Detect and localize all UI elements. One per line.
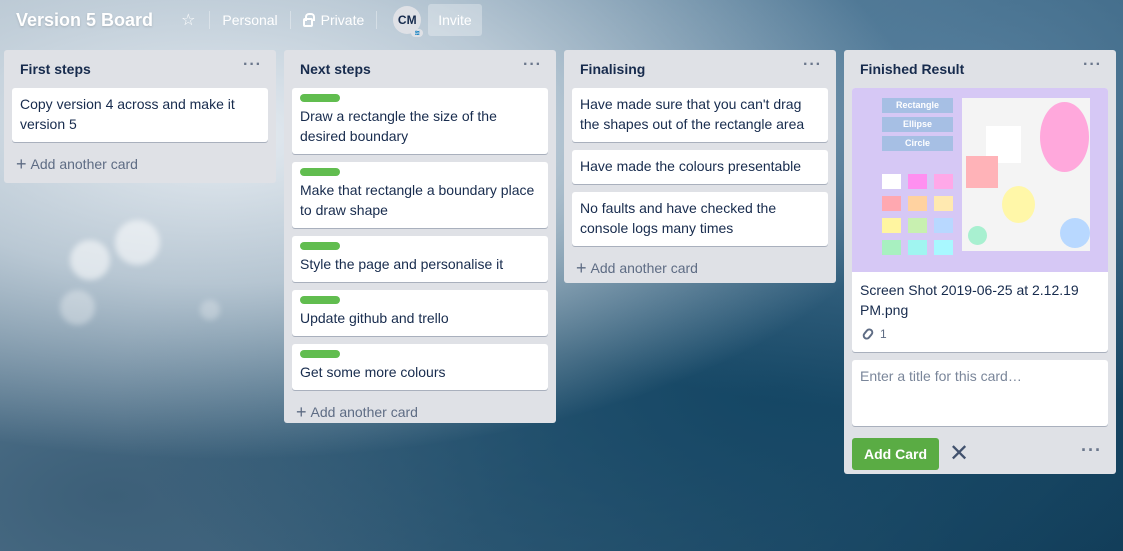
lock-icon bbox=[302, 12, 315, 27]
card-title: Get some more colours bbox=[300, 364, 446, 380]
plus-icon: + bbox=[576, 258, 587, 278]
star-icon[interactable]: ☆ bbox=[171, 4, 205, 36]
card[interactable]: Style the page and personalise it bbox=[292, 236, 548, 282]
palette-swatch bbox=[882, 196, 901, 211]
add-card-button[interactable]: + Add another card bbox=[572, 250, 828, 286]
plus-icon: + bbox=[296, 402, 307, 422]
header-divider bbox=[209, 11, 211, 29]
add-card-button[interactable]: + Add another card bbox=[292, 394, 548, 430]
list-menu-icon[interactable]: ··· bbox=[803, 56, 822, 74]
green-label[interactable] bbox=[300, 94, 340, 102]
list-menu-icon[interactable]: ··· bbox=[1083, 56, 1102, 74]
team-visibility-button[interactable]: Personal bbox=[214, 4, 285, 36]
card[interactable]: Update github and trello bbox=[292, 290, 548, 336]
palette-swatch bbox=[882, 218, 901, 233]
palette-swatch bbox=[882, 174, 901, 189]
canvas-ellipse bbox=[1002, 186, 1035, 223]
list-first-steps: First steps ··· Copy version 4 across an… bbox=[4, 50, 276, 183]
list-menu-icon[interactable]: ··· bbox=[243, 56, 262, 74]
list-title[interactable]: First steps bbox=[20, 61, 91, 77]
card-title: Have made the colours presentable bbox=[580, 158, 802, 174]
attachment-count: 1 bbox=[880, 327, 887, 341]
list-finalising: Finalising ··· Have made sure that you c… bbox=[564, 50, 836, 283]
admin-badge-icon: ≋ bbox=[411, 29, 424, 37]
palette-swatch bbox=[908, 196, 927, 211]
add-card-submit-button[interactable]: Add Card bbox=[852, 438, 939, 470]
palette-swatch bbox=[934, 196, 953, 211]
list-title[interactable]: Finalising bbox=[580, 61, 645, 77]
card-title-input[interactable]: Enter a title for this card… bbox=[852, 360, 1108, 426]
card-title: No faults and have checked the console l… bbox=[580, 200, 777, 236]
canvas-circle bbox=[1060, 218, 1090, 248]
background-bokeh bbox=[70, 240, 110, 280]
list-next-steps: Next steps ··· Draw a rectangle the size… bbox=[284, 50, 556, 423]
background-bokeh bbox=[200, 300, 220, 320]
card[interactable]: Have made sure that you can't drag the s… bbox=[572, 88, 828, 142]
avatar-initials: CM bbox=[397, 13, 417, 27]
card-title: Update github and trello bbox=[300, 310, 449, 326]
green-label[interactable] bbox=[300, 242, 340, 250]
card-title: Have made sure that you can't drag the s… bbox=[580, 96, 805, 132]
card[interactable]: Copy version 4 across and make it versio… bbox=[12, 88, 268, 142]
more-options-icon[interactable]: ··· bbox=[1081, 440, 1102, 461]
green-label[interactable] bbox=[300, 168, 340, 176]
canvas-circle bbox=[968, 226, 987, 245]
visibility-button[interactable]: Private bbox=[295, 4, 373, 36]
add-card-button[interactable]: + Add another card bbox=[12, 146, 268, 182]
attachment-badge: 1 bbox=[860, 324, 1100, 344]
list-title[interactable]: Next steps bbox=[300, 61, 371, 77]
board-header: Version 5 Board ☆ Personal Private CM ≋ … bbox=[0, 0, 1123, 40]
list-finished-result: Finished Result ··· Rectangle Ellipse Ci… bbox=[844, 50, 1116, 474]
palette-swatch bbox=[934, 174, 953, 189]
add-card-label: Add another card bbox=[30, 156, 138, 172]
card-cover-image: Rectangle Ellipse Circle bbox=[852, 88, 1108, 272]
card-title-placeholder: Enter a title for this card… bbox=[860, 368, 1022, 384]
palette-swatch bbox=[882, 240, 901, 255]
cover-circle-button: Circle bbox=[882, 136, 953, 151]
card[interactable]: Draw a rectangle the size of the desired… bbox=[292, 88, 548, 154]
card-title: Screen Shot 2019-06-25 at 2.12.19 PM.png bbox=[860, 282, 1079, 318]
list-header: Finished Result ··· bbox=[852, 50, 1108, 88]
background-bokeh bbox=[115, 220, 160, 265]
palette-swatch bbox=[934, 240, 953, 255]
cover-ellipse-button: Ellipse bbox=[882, 117, 953, 132]
palette-swatch bbox=[908, 174, 927, 189]
background-bokeh bbox=[60, 290, 95, 325]
list-menu-icon[interactable]: ··· bbox=[523, 56, 542, 74]
list-header: Finalising ··· bbox=[572, 50, 828, 88]
close-icon[interactable]: ✕ bbox=[949, 442, 969, 466]
invite-button[interactable]: Invite bbox=[428, 4, 482, 36]
list-header: First steps ··· bbox=[12, 50, 268, 88]
header-divider bbox=[376, 11, 378, 29]
card[interactable]: Have made the colours presentable bbox=[572, 150, 828, 184]
add-card-label: Add another card bbox=[310, 404, 418, 420]
composer-controls: Add Card ✕ ··· bbox=[852, 434, 1108, 474]
canvas-ellipse bbox=[1040, 102, 1089, 172]
paperclip-icon bbox=[861, 326, 875, 342]
canvas-rectangle bbox=[966, 156, 998, 188]
card-title: Make that rectangle a boundary place to … bbox=[300, 182, 535, 218]
list-title[interactable]: Finished Result bbox=[860, 61, 964, 77]
card-title: Draw a rectangle the size of the desired… bbox=[300, 108, 497, 144]
plus-icon: + bbox=[16, 154, 27, 174]
cover-canvas bbox=[962, 98, 1090, 251]
list-header: Next steps ··· bbox=[292, 50, 548, 88]
palette-swatch bbox=[908, 240, 927, 255]
header-divider bbox=[289, 11, 291, 29]
palette-swatch bbox=[908, 218, 927, 233]
palette-swatch bbox=[934, 218, 953, 233]
visibility-label: Private bbox=[320, 12, 365, 28]
card[interactable]: Get some more colours bbox=[292, 344, 548, 390]
card[interactable]: Rectangle Ellipse Circle Screen Shot 201… bbox=[852, 88, 1108, 352]
board-title[interactable]: Version 5 Board bbox=[16, 10, 153, 31]
card[interactable]: Make that rectangle a boundary place to … bbox=[292, 162, 548, 228]
green-label[interactable] bbox=[300, 350, 340, 358]
card-title: Style the page and personalise it bbox=[300, 256, 504, 272]
green-label[interactable] bbox=[300, 296, 340, 304]
add-card-label: Add another card bbox=[590, 260, 698, 276]
cover-rectangle-button: Rectangle bbox=[882, 98, 953, 113]
card[interactable]: No faults and have checked the console l… bbox=[572, 192, 828, 246]
card-title: Copy version 4 across and make it versio… bbox=[20, 96, 235, 132]
avatar[interactable]: CM ≋ bbox=[393, 6, 424, 37]
